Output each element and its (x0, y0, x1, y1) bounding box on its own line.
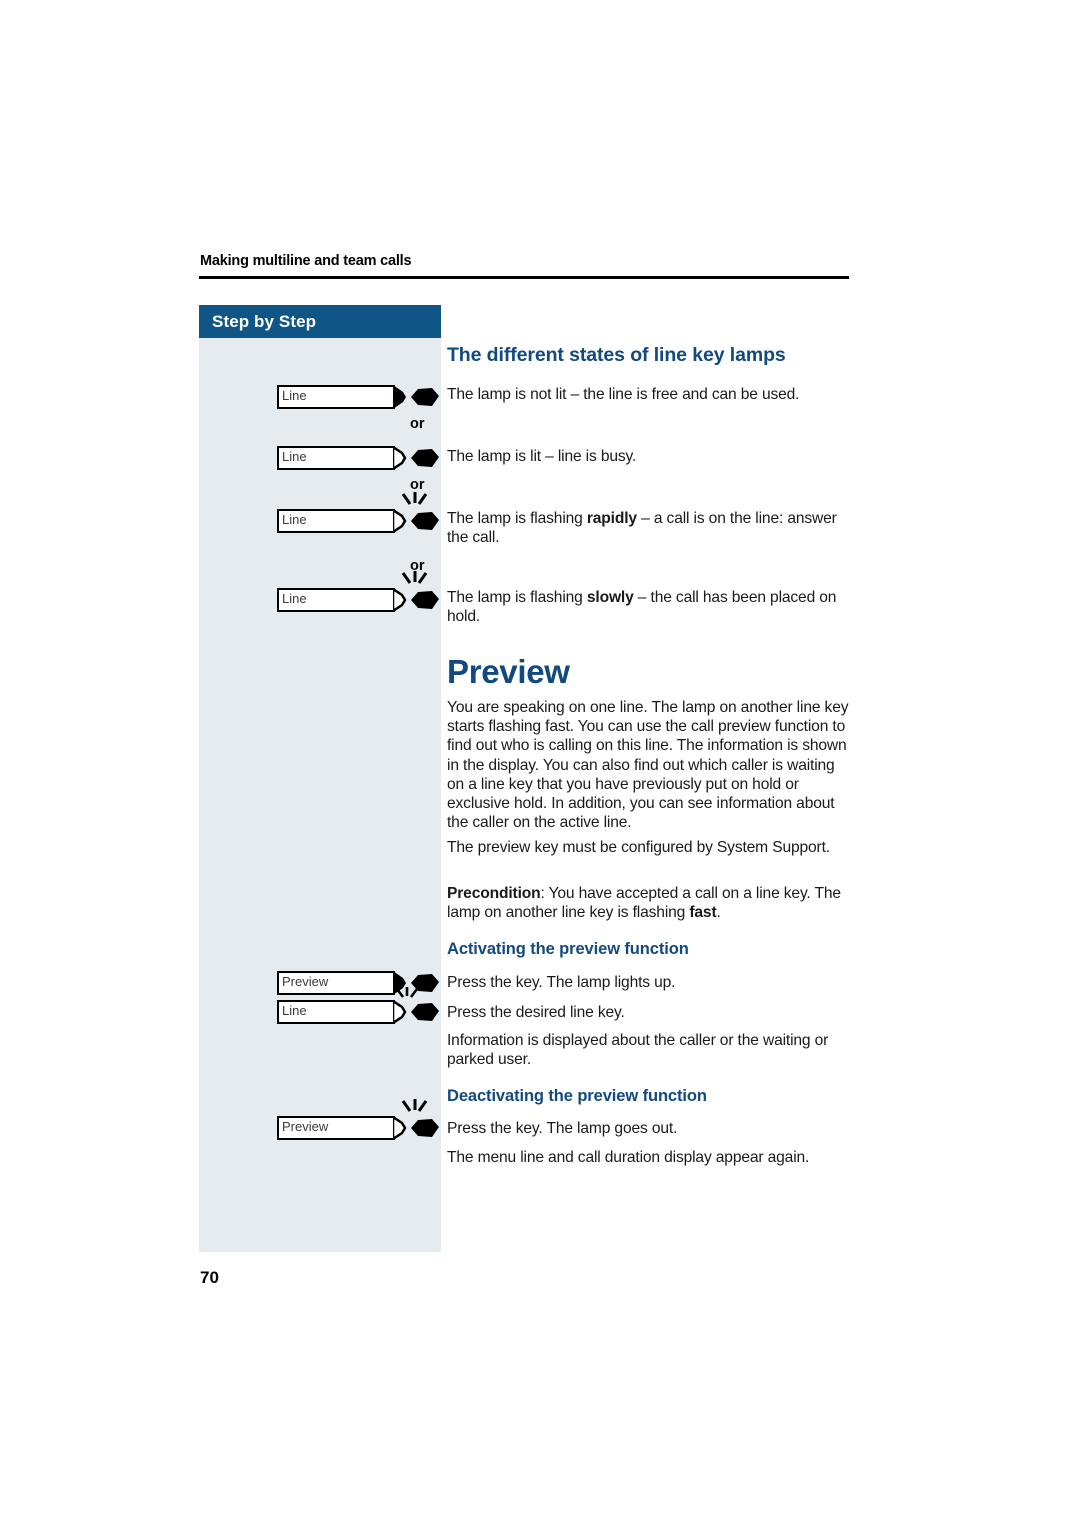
activating-step-1: Press the key. The lamp lights up. (447, 974, 676, 991)
deactivating-step-1: Press the key. The lamp goes out. (447, 1120, 678, 1137)
precondition-label: Precondition (447, 885, 541, 902)
activating-result: Information is displayed about the calle… (447, 1032, 829, 1069)
chapter-title: Preview (447, 653, 570, 690)
activating-step-2: Press the desired line key. (447, 1004, 625, 1021)
lamp-state-1-text: The lamp is not lit (447, 386, 571, 403)
lamp-icon (409, 589, 441, 611)
lamp-icon (409, 1001, 441, 1023)
flashing-indicator-icon (401, 571, 431, 589)
lamp-icon (409, 510, 441, 532)
lamp-state-2-text: The lamp is lit – line is busy. (447, 448, 637, 465)
flashing-indicator-icon (401, 492, 431, 510)
preview-intro-paragraph: You are speaking on one line. The lamp o… (447, 699, 849, 832)
deactivating-section-title: Deactivating the preview function (447, 1087, 707, 1105)
lamp-state-1: The lamp is not lit – the line is free a… (447, 385, 852, 404)
preview-config-paragraph: The preview key must be configured by Sy… (447, 839, 830, 856)
key-label: Line (282, 449, 307, 464)
running-header: Making multiline and team calls (200, 253, 412, 269)
step-by-step-label: Step by Step (212, 312, 317, 331)
lamp-icon (409, 447, 441, 469)
lamp-state-2: The lamp is lit – line is busy. (447, 447, 852, 466)
lamp-state-3-pre: The lamp is flashing (447, 510, 587, 527)
lamp-state-4: The lamp is flashing slowly – the call h… (447, 588, 852, 626)
key-label: Line (282, 512, 307, 527)
or-label-2: or (410, 477, 425, 493)
lamp-icon (409, 1117, 441, 1139)
key-label: Line (282, 388, 307, 403)
activating-section-title: Activating the preview function (447, 940, 689, 958)
precondition-post: . (716, 904, 721, 922)
lamp-state-3: The lamp is flashing rapidly – a call is… (447, 509, 852, 547)
lamp-icon (409, 386, 441, 408)
deactivating-result: The menu line and call duration display … (447, 1149, 810, 1166)
header-rule (199, 276, 849, 279)
key-label: Line (282, 1003, 307, 1018)
lamp-state-4-emphasis: slowly (586, 589, 634, 606)
precondition-emphasis: fast (689, 904, 717, 922)
document-page: Making multiline and team calls Step by … (0, 0, 1080, 1528)
flashing-indicator-icon (401, 1099, 431, 1117)
or-label-1: or (410, 416, 425, 432)
key-label: Preview (282, 974, 329, 989)
precondition-paragraph: Precondition: You have accepted a call o… (447, 884, 852, 922)
page-number: 70 (200, 1268, 219, 1287)
key-label: Preview (282, 1119, 329, 1134)
key-label: Line (282, 591, 307, 606)
page-title: The different states of line key lamps (447, 344, 786, 366)
lamp-state-4-pre: The lamp is flashing (447, 589, 587, 606)
lamp-state-1-post: – the line is free and can be used. (570, 386, 800, 403)
lamp-state-3-emphasis: rapidly (586, 510, 637, 527)
